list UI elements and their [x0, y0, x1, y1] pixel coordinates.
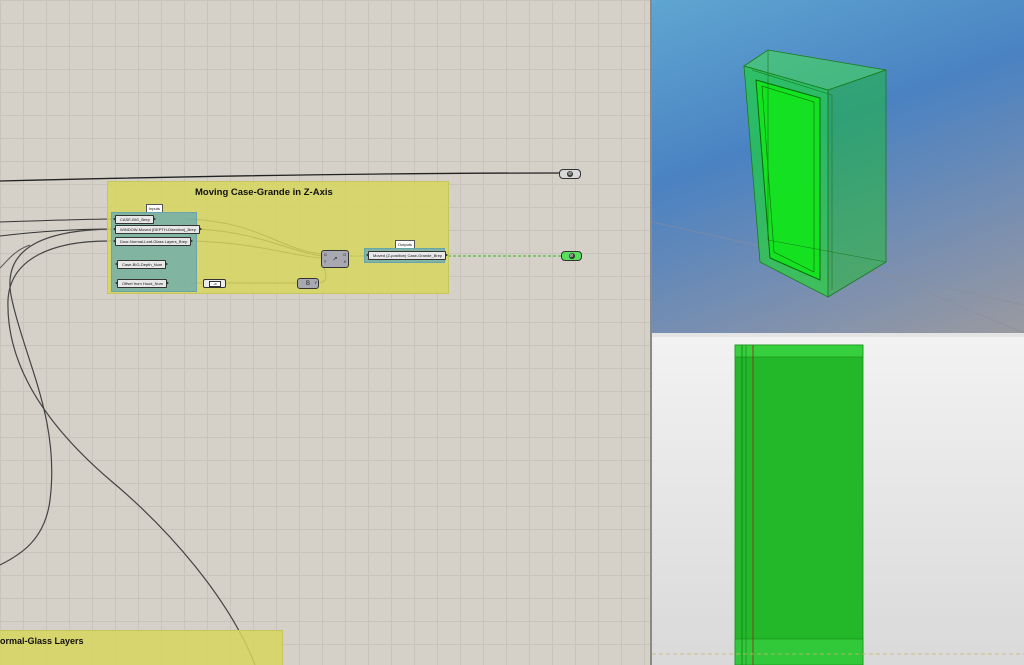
perspective-viewport[interactable]	[652, 0, 1024, 333]
grasshopper-canvas[interactable]: Moving Case-Grande in Z-Axis Inputs CASE…	[0, 0, 650, 665]
param-moved-case-grande[interactable]: Moved (Z-position) Case-Grande_Brep	[365, 251, 449, 260]
port-in-g: G	[324, 253, 327, 257]
wire-layer	[0, 172, 561, 665]
move-component[interactable]: G T ↗ G X	[321, 250, 349, 268]
relay-icon: ⊘	[568, 253, 575, 259]
front-viewport[interactable]	[652, 337, 1024, 665]
port-in-t: T	[324, 260, 327, 264]
param-offset-hood-num[interactable]: Offset from Hood_Num	[114, 279, 170, 288]
number-slider[interactable]: +6	[203, 279, 226, 288]
param-case-big-brep[interactable]: CASE-BIG_Brep	[113, 215, 156, 224]
multiply-icon: B	[305, 280, 311, 287]
port-out-x: X	[343, 260, 346, 264]
relay-icon: ⊘	[567, 171, 573, 177]
param-case-depth-num[interactable]: Case-BIG-Depth_Num	[114, 260, 169, 269]
group-title: ormal-Glass Layers	[0, 636, 84, 646]
param-window-moved-brep[interactable]: WINDOW-Moved (DEPTH-Direction)_Brep	[113, 225, 202, 234]
relay-top[interactable]: ⊘	[559, 169, 581, 179]
port-y: Y	[314, 281, 317, 285]
front-geometry	[652, 344, 1024, 665]
group-title: Moving Case-Grande in Z-Axis	[195, 187, 333, 198]
move-arrow-icon: ↗	[332, 256, 338, 263]
param-door-glass-brep[interactable]: Door-Normal-Leaf-Glass Layers_Brep	[112, 237, 194, 246]
multiply-component[interactable]: B Y	[297, 278, 319, 289]
group-normal-glass-layers[interactable]: ormal-Glass Layers	[0, 630, 283, 665]
port-out-g: G	[343, 253, 346, 257]
perspective-geometry	[652, 49, 1024, 333]
slider-value[interactable]: +6	[209, 281, 221, 287]
relay-output[interactable]: ⊘	[561, 251, 582, 261]
